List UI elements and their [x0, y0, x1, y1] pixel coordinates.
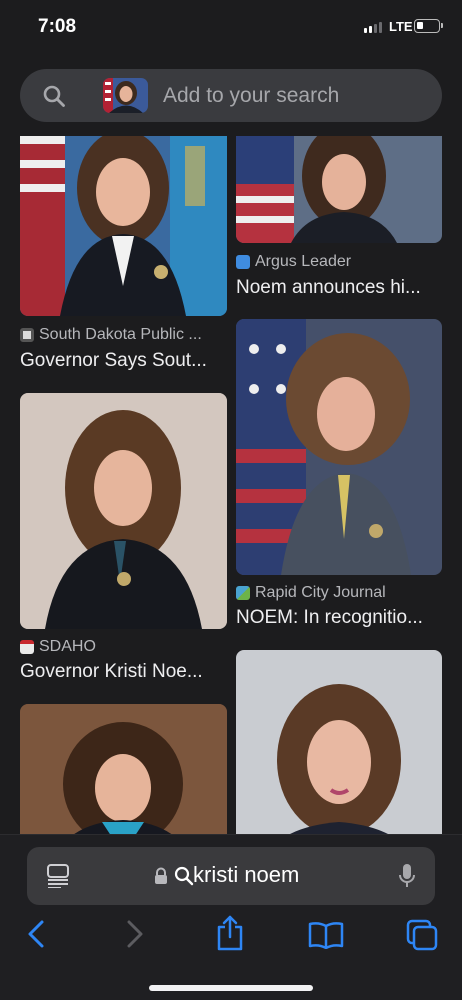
favicon-icon — [20, 640, 34, 654]
bookmarks-icon[interactable] — [308, 921, 344, 949]
battery-icon — [414, 19, 443, 33]
share-icon[interactable] — [215, 915, 245, 951]
search-bar[interactable]: Add to your search — [20, 69, 442, 122]
address-text: kristi noem — [193, 862, 300, 887]
result-image[interactable] — [236, 319, 442, 575]
result-image[interactable] — [236, 650, 442, 834]
forward-icon[interactable] — [125, 919, 145, 949]
result-image[interactable] — [20, 704, 227, 834]
browser-toolbar: kristi noem — [0, 834, 462, 1000]
network-label: LTE — [389, 19, 413, 34]
result-image[interactable] — [236, 136, 442, 243]
home-indicator[interactable] — [149, 985, 313, 991]
favicon-icon — [20, 328, 34, 342]
search-placeholder: Add to your search — [163, 84, 340, 107]
result-image[interactable] — [20, 393, 227, 629]
result-title[interactable]: Governor Says Sout... — [20, 350, 207, 372]
status-bar: 7:08 LTE — [0, 0, 462, 56]
search-icon — [43, 85, 65, 107]
result-title[interactable]: NOEM: In recognitio... — [236, 607, 423, 629]
signal-icon — [364, 22, 382, 33]
microphone-icon[interactable] — [398, 863, 416, 889]
result-source: South Dakota Public ... — [20, 326, 202, 344]
result-title[interactable]: Noem announces hi... — [236, 277, 421, 299]
search-icon — [174, 866, 194, 886]
favicon-icon — [236, 586, 250, 600]
address-bar[interactable]: kristi noem — [27, 847, 435, 905]
tabs-icon[interactable] — [406, 919, 438, 951]
image-results-grid: South Dakota Public ... Governor Says So… — [0, 136, 462, 834]
result-title[interactable]: Governor Kristi Noe... — [20, 661, 203, 683]
result-source: Rapid City Journal — [236, 584, 386, 602]
result-image[interactable] — [20, 136, 227, 316]
result-source: Argus Leader — [236, 253, 351, 271]
result-source: SDAHO — [20, 638, 96, 656]
status-time: 7:08 — [38, 16, 77, 37]
back-icon[interactable] — [26, 919, 46, 949]
favicon-icon — [236, 255, 250, 269]
reader-icon[interactable] — [47, 864, 69, 888]
lock-icon — [155, 867, 167, 884]
search-chip-thumbnail[interactable] — [103, 78, 148, 113]
